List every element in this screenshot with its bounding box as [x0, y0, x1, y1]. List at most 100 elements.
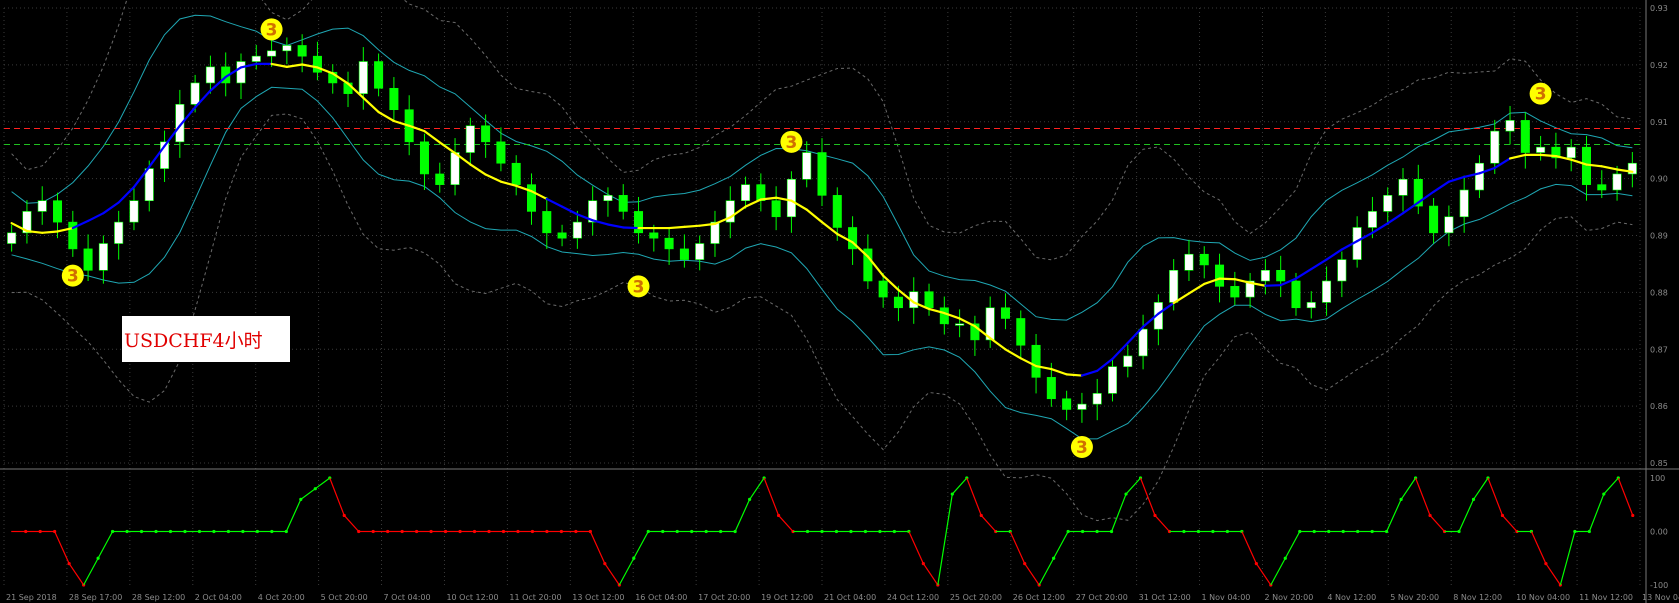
- oscillator-segment: [1038, 557, 1055, 586]
- oscillator-segment: [951, 477, 968, 495]
- candle-body: [496, 141, 506, 164]
- candle-body: [1520, 120, 1530, 153]
- signal-badge-label: 3: [633, 277, 645, 297]
- oscillator-segment: [1053, 531, 1069, 559]
- candle-body: [1169, 269, 1179, 303]
- candle-body: [98, 243, 108, 271]
- time-axis-tick: 1 Nov 04:00: [1202, 593, 1251, 602]
- oscillator-segment: [1502, 515, 1518, 532]
- candle: [1062, 390, 1072, 421]
- candle: [83, 234, 93, 281]
- ma-segment: [1325, 248, 1343, 261]
- oscillator-segment: [1603, 477, 1619, 495]
- oscillator-segment: [1270, 557, 1286, 586]
- time-axis-tick: 25 Oct 20:00: [950, 593, 1002, 602]
- oscillator-segment: [1139, 477, 1156, 516]
- oscillator-segment: [1487, 477, 1504, 516]
- oscillator-segment: [1530, 531, 1547, 564]
- candle: [1383, 187, 1393, 225]
- time-axis-tick: 4 Oct 20:00: [258, 593, 305, 602]
- candle: [1581, 135, 1591, 201]
- candle: [1444, 205, 1454, 247]
- candle-body: [1046, 377, 1056, 400]
- oscillator-segment: [1110, 493, 1127, 532]
- candle: [756, 173, 766, 212]
- candle-body: [114, 221, 124, 244]
- candle: [312, 41, 322, 81]
- candle: [1337, 251, 1347, 298]
- signal-badge: 3: [61, 264, 84, 287]
- candle-body: [1291, 280, 1301, 309]
- ma-segment: [1310, 258, 1328, 271]
- ma-segment: [377, 110, 395, 123]
- oscillator-segment: [83, 557, 99, 586]
- signal-badge-label: 3: [266, 20, 278, 40]
- candle: [511, 155, 521, 196]
- time-axis-tick: 24 Oct 12:00: [887, 593, 939, 602]
- candle-body: [679, 248, 689, 260]
- candle: [1459, 175, 1469, 233]
- oscillator-segment: [1024, 563, 1040, 586]
- candle: [588, 186, 598, 236]
- candle-body: [1276, 269, 1286, 282]
- oscillator-point: [1631, 513, 1635, 518]
- candle: [251, 44, 261, 70]
- oscillator-segment: [1473, 477, 1489, 500]
- candle-body: [1123, 355, 1133, 367]
- time-axis-tick: 11 Oct 20:00: [509, 593, 561, 602]
- candle-body: [1459, 189, 1469, 218]
- candle: [802, 141, 812, 188]
- candle: [114, 210, 124, 260]
- time-axis-tick: 5 Nov 20:00: [1390, 593, 1439, 602]
- ma-segment: [668, 225, 686, 230]
- candle: [160, 130, 170, 182]
- ma-segment: [683, 224, 701, 228]
- candle-body: [1337, 259, 1347, 282]
- oscillator-segment: [966, 477, 982, 516]
- time-axis-tick: 28 Sep 17:00: [69, 593, 122, 602]
- price-axis: 0.93 0.92 0.91 0.90 0.89 0.88 0.87 0.86 0.85: [1650, 4, 1668, 468]
- oscillator-segment: [1400, 477, 1417, 500]
- candle-body: [878, 280, 888, 298]
- candle-body: [1429, 205, 1439, 234]
- ma-segment: [1004, 348, 1022, 360]
- candle: [1505, 105, 1515, 145]
- oscillator-segment: [1125, 477, 1141, 495]
- candle-body: [893, 296, 903, 309]
- candle: [1092, 378, 1102, 421]
- candle-body: [7, 232, 17, 244]
- candle-body: [419, 141, 429, 175]
- candle: [725, 186, 735, 239]
- candle: [664, 226, 674, 265]
- candle: [419, 133, 429, 190]
- oscillator-segment: [1588, 493, 1605, 532]
- candle-body: [144, 168, 154, 202]
- signal-badge-label: 3: [1535, 85, 1547, 105]
- candle: [1077, 392, 1087, 423]
- candle-body: [1077, 403, 1087, 410]
- ma-segment: [560, 205, 579, 216]
- candle-body: [817, 152, 827, 196]
- time-axis-tick: 10 Oct 12:00: [446, 593, 498, 602]
- candle: [1429, 198, 1439, 244]
- candle-body: [389, 87, 399, 111]
- oscillator-axis: 100 0.00 -100: [1650, 474, 1668, 590]
- candle: [1612, 165, 1622, 201]
- candle: [1184, 239, 1194, 281]
- time-axis-tick: 7 Oct 04:00: [384, 593, 431, 602]
- candle: [1306, 291, 1316, 319]
- price-axis-tick: 0.93: [1650, 4, 1668, 13]
- signal-badge: 3: [1070, 435, 1093, 458]
- candle: [1153, 294, 1163, 346]
- chart-label-box: USDCHF4小时: [122, 316, 290, 362]
- candle-body: [1199, 253, 1209, 266]
- candle: [679, 234, 689, 268]
- candle-body: [542, 211, 552, 234]
- candle-body: [695, 243, 705, 260]
- candle-body: [572, 221, 582, 239]
- price-chart[interactable]: 3333330.930.920.910.900.890.880.870.860.…: [0, 0, 1679, 603]
- candle-body: [1566, 146, 1576, 159]
- oscillator-segment: [763, 477, 780, 516]
- candle-body: [526, 184, 536, 212]
- candle-body: [1215, 264, 1225, 287]
